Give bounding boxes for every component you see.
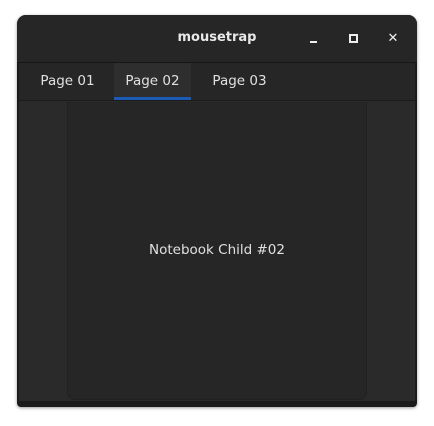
- title-bar[interactable]: mousetrap ✕: [17, 15, 417, 63]
- tab-page-01[interactable]: Page 01: [29, 63, 106, 100]
- minimize-icon: [309, 41, 317, 43]
- maximize-button[interactable]: [341, 27, 365, 51]
- maximize-icon: [348, 34, 358, 43]
- notebook-tab-bar: Page 01 Page 02 Page 03: [19, 63, 415, 101]
- close-button[interactable]: ✕: [381, 27, 405, 51]
- tab-page-02[interactable]: Page 02: [114, 63, 191, 100]
- close-icon: ✕: [387, 31, 399, 46]
- notebook-page: Notebook Child #02: [19, 101, 415, 401]
- minimize-button[interactable]: [301, 27, 325, 51]
- notebook-child-label: Notebook Child #02: [149, 242, 285, 258]
- app-window: mousetrap ✕ Page 01 Page 02 Page 03 Note…: [17, 15, 417, 407]
- tab-page-03[interactable]: Page 03: [201, 63, 278, 100]
- notebook-child-frame: Notebook Child #02: [67, 102, 367, 400]
